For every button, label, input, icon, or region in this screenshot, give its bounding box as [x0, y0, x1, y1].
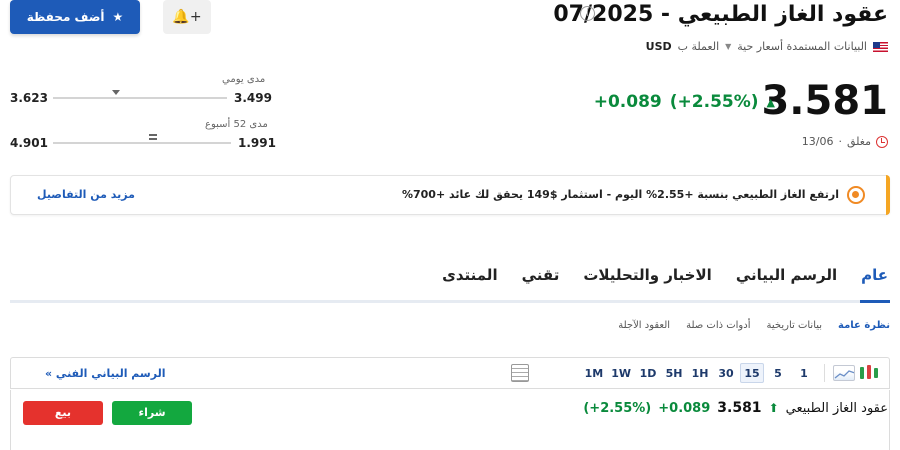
arrow-up-icon: ⬆ — [768, 401, 779, 415]
change-value: +0.089 — [593, 92, 662, 112]
interval-30[interactable]: 30 — [714, 363, 738, 383]
data-source-row: البيانات المستمدة أسعار حية ▼ العملة ب U… — [646, 40, 888, 53]
interval-1d[interactable]: 1D — [636, 363, 660, 383]
interval-1h[interactable]: 1H — [688, 363, 712, 383]
area-chart-icon[interactable] — [833, 365, 855, 381]
interval-5h[interactable]: 5H — [662, 363, 686, 383]
interval-5[interactable]: 5 — [766, 363, 790, 383]
chart-toolbar: الرسم البياني الفني » 1 5 15 30 1H 5H 1D… — [10, 357, 890, 389]
tabs-divider — [10, 300, 890, 303]
subtab-summary[interactable]: نظرة عامة — [838, 320, 890, 331]
interval-15[interactable]: 15 — [740, 363, 764, 383]
currency-label: العملة ب — [677, 40, 720, 53]
tab-overview[interactable]: عام — [861, 266, 888, 284]
change-percent: (+2.55%) — [669, 92, 759, 112]
star-icon: ★ — [112, 10, 124, 24]
tab-active-indicator — [860, 300, 890, 303]
chart-change-percent: (+2.55%) — [583, 400, 652, 416]
banner-more-link[interactable]: مزيد من التفاصيل — [37, 188, 135, 201]
subtab-related[interactable]: أدوات ذات صلة — [686, 320, 750, 331]
technical-chart-link[interactable]: الرسم البياني الفني » — [45, 367, 166, 380]
main-tabs: عام الرسم البياني الاخبار والتحليلات تقن… — [442, 266, 888, 284]
chart-border-right — [889, 390, 890, 450]
chart-instrument-name: عقود الغاز الطبيعي — [785, 400, 888, 416]
sell-button[interactable]: بيع — [23, 401, 103, 425]
week52-range-track — [53, 142, 231, 144]
daily-range-high: 3.623 — [10, 91, 48, 105]
add-portfolio-label: أضف محفظة — [26, 10, 105, 24]
banner-text: ارتفع الغاز الطبيعي بنسبة +2.55% اليوم -… — [401, 188, 839, 201]
daily-range-marker — [111, 90, 120, 95]
status-separator: · — [838, 135, 842, 148]
target-icon — [847, 186, 865, 204]
candlestick-icon[interactable] — [857, 363, 881, 383]
daily-range-track — [53, 97, 227, 99]
chart-change-value: +0.089 — [658, 400, 711, 416]
tab-technical[interactable]: تقني — [522, 266, 560, 284]
promo-banner[interactable]: ارتفع الغاز الطبيعي بنسبة +2.55% اليوم -… — [10, 175, 890, 215]
tab-chart[interactable]: الرسم البياني — [736, 266, 837, 284]
chart-border-left — [10, 390, 11, 450]
toolbar-separator — [824, 364, 825, 382]
tab-forum[interactable]: المنتدى — [442, 266, 498, 284]
currency-code: USD — [645, 40, 672, 53]
week52-range-low: 1.991 — [238, 136, 276, 150]
week52-range-marker — [148, 134, 157, 140]
clock-icon — [876, 135, 888, 148]
banner-accent-edge — [886, 175, 890, 215]
bell-plus-icon: 🔔+ — [172, 9, 202, 25]
status-text: مغلق — [846, 135, 871, 148]
price-change: +0.089 (+2.55%) ▲ — [594, 92, 775, 112]
add-portfolio-button[interactable]: ★ أضف محفظة — [10, 0, 140, 34]
interval-buttons: 1 5 15 30 1H 5H 1D 1W 1M — [582, 363, 881, 383]
interval-1m[interactable]: 1M — [582, 363, 607, 383]
tab-news[interactable]: الاخبار والتحليلات — [583, 266, 711, 284]
add-alert-button[interactable]: 🔔+ — [163, 0, 211, 34]
info-icon[interactable]: i — [580, 6, 595, 21]
status-date: 13/06 — [801, 135, 834, 148]
data-source-text: البيانات المستمدة أسعار حية — [737, 40, 867, 53]
sub-tabs: نظرة عامة بيانات تاريخية أدوات ذات صلة ا… — [618, 320, 890, 331]
buy-button[interactable]: شراء — [112, 401, 192, 425]
market-status: مغلق · 13/06 — [802, 135, 888, 148]
interval-1[interactable]: 1 — [792, 363, 816, 383]
subtab-historical[interactable]: بيانات تاريخية — [767, 320, 823, 331]
last-price: 3.581 — [761, 78, 888, 124]
daily-range-low: 3.499 — [234, 91, 272, 105]
chart-price: 3.581 — [717, 400, 762, 416]
page-title: عقود الغاز الطبيعي - 07/2025 — [553, 2, 888, 27]
interval-1w[interactable]: 1W — [608, 363, 634, 383]
week52-range-high: 4.901 — [10, 136, 48, 150]
week52-range-label: مدى 52 أسبوع — [205, 119, 268, 130]
triangle-up-icon: ▲ — [766, 95, 775, 109]
us-flag-icon — [873, 41, 888, 52]
chevron-down-icon[interactable]: ▼ — [725, 42, 731, 51]
daily-range-label: مدى يومي — [222, 74, 266, 85]
chart-quote-row: (+2.55%) +0.089 3.581 ⬆ عقود الغاز الطبي… — [583, 400, 888, 416]
subtab-futures[interactable]: العقود الآجلة — [618, 320, 670, 331]
calculator-icon[interactable] — [511, 364, 529, 382]
